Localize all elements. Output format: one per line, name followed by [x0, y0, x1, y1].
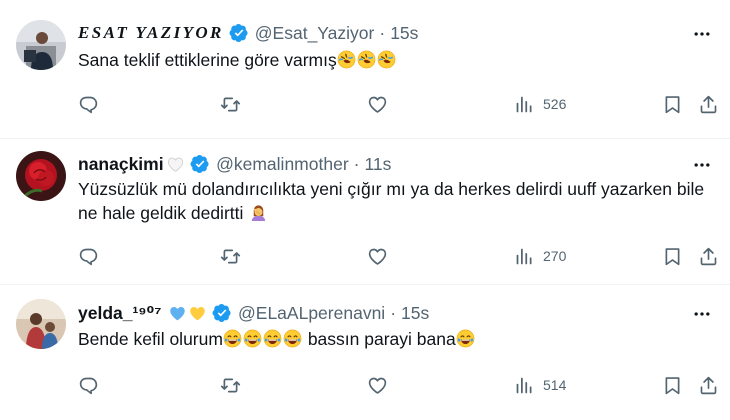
views-icon	[514, 94, 535, 115]
white-heart-emoji	[166, 155, 185, 174]
tweet-header: ESAT YAZIYOR @Esat_Yaziyor · 15s	[78, 21, 418, 45]
views-count: 514	[543, 377, 567, 393]
tweet-text-content: Bende kefil olurum	[78, 329, 223, 349]
avatar[interactable]	[16, 20, 66, 70]
like-icon[interactable]	[367, 87, 388, 121]
joy-emoji	[243, 329, 262, 348]
share-icon[interactable]	[698, 87, 719, 121]
views-count: 526	[543, 96, 567, 112]
bookmark-icon[interactable]	[662, 239, 683, 273]
more-icon[interactable]	[690, 302, 714, 326]
tweet-actions: 526	[68, 87, 724, 121]
like-icon[interactable]	[367, 368, 388, 402]
retweet-icon[interactable]	[220, 368, 241, 402]
tweet[interactable]: ESAT YAZIYOR @Esat_Yaziyor · 15s Sana te…	[0, 0, 730, 138]
verified-badge-icon	[190, 154, 210, 174]
facepalm-emoji	[249, 203, 268, 222]
reply-icon[interactable]	[78, 87, 99, 121]
verified-badge-icon	[212, 303, 232, 323]
more-icon[interactable]	[690, 153, 714, 177]
joy-emoji	[456, 329, 475, 348]
tweet-header: yelda_¹⁹⁰⁷ @ELaALperenavni · 15s	[78, 301, 429, 325]
blue-heart-emoji	[168, 304, 187, 323]
reply-icon[interactable]	[78, 368, 99, 402]
handle[interactable]: @Esat_Yaziyor	[255, 23, 375, 44]
display-name[interactable]: yelda_¹⁹⁰⁷	[78, 303, 162, 324]
avatar[interactable]	[16, 299, 66, 349]
views-button[interactable]: 514	[514, 368, 566, 402]
joy-emoji	[283, 329, 302, 348]
reply-icon[interactable]	[78, 239, 99, 273]
separator: ·	[353, 153, 360, 174]
more-icon[interactable]	[690, 22, 714, 46]
bookmark-icon[interactable]	[662, 368, 683, 402]
display-name[interactable]: ESAT YAZIYOR	[78, 23, 224, 43]
joy-emoji	[223, 329, 242, 348]
tweet[interactable]: nanaçkimi @kemalinmother · 11s Yüzsüzlük…	[0, 138, 730, 284]
share-icon[interactable]	[698, 239, 719, 273]
joy-emoji	[263, 329, 282, 348]
tweet-text-content: Sana teklif ettiklerine göre varmış	[78, 50, 337, 70]
tweet[interactable]: yelda_¹⁹⁰⁷ @ELaALperenavni · 15s Bende k…	[0, 284, 730, 420]
rofl-emoji	[377, 50, 396, 69]
views-button[interactable]: 526	[514, 87, 566, 121]
retweet-icon[interactable]	[220, 239, 241, 273]
separator: ·	[379, 22, 386, 43]
tweet-text: Yüzsüzlük mü dolandırıcılıkta yeni çığır…	[78, 177, 714, 225]
timestamp[interactable]: 15s	[401, 303, 429, 324]
share-icon[interactable]	[698, 368, 719, 402]
tweet-actions: 270	[68, 239, 724, 273]
avatar[interactable]	[16, 151, 66, 201]
views-icon	[514, 246, 535, 267]
rofl-emoji	[337, 50, 356, 69]
handle[interactable]: @ELaALperenavni	[238, 303, 385, 324]
views-icon	[514, 375, 535, 396]
display-name[interactable]: nanaçkimi	[78, 154, 164, 175]
retweet-icon[interactable]	[220, 87, 241, 121]
tweet-text: Bende kefil olurum bassın parayi bana	[78, 327, 714, 351]
tweet-text: Sana teklif ettiklerine göre varmış	[78, 48, 714, 72]
tweet-actions: 514	[68, 368, 724, 402]
rofl-emoji	[357, 50, 376, 69]
views-count: 270	[543, 248, 567, 264]
separator: ·	[390, 302, 397, 323]
bookmark-icon[interactable]	[662, 87, 683, 121]
tweet-text-content: bassın parayi bana	[302, 329, 456, 349]
timestamp[interactable]: 11s	[364, 154, 391, 175]
views-button[interactable]: 270	[514, 239, 566, 273]
like-icon[interactable]	[367, 239, 388, 273]
verified-badge-icon	[229, 23, 249, 43]
tweet-header: nanaçkimi @kemalinmother · 11s	[78, 152, 391, 176]
timestamp[interactable]: 15s	[390, 23, 418, 44]
yellow-heart-emoji	[188, 304, 207, 323]
handle[interactable]: @kemalinmother	[216, 154, 349, 175]
tweet-text-content: Yüzsüzlük mü dolandırıcılıkta yeni çığır…	[78, 179, 705, 223]
